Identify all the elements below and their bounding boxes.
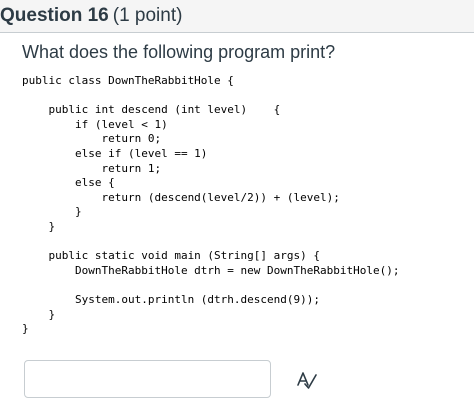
code-block: public class DownTheRabbitHole { public … <box>22 74 400 337</box>
question-points: (1 point) <box>112 5 183 26</box>
code-line: if (level < 1) <box>22 117 168 131</box>
code-line: else { <box>22 176 115 190</box>
code-line: return 0; <box>22 132 162 146</box>
question-text: What does the following program print? <box>22 42 336 62</box>
answer-input[interactable] <box>24 360 271 398</box>
spell-check-icon[interactable] <box>296 370 318 390</box>
code-line: } <box>22 219 56 233</box>
code-line: public int descend (int level) { <box>22 103 281 117</box>
question-title: Question 16 (1 point) <box>0 5 182 27</box>
code-line: } <box>22 307 56 321</box>
code-line: public static void main (String[] args) … <box>22 249 321 263</box>
code-line: return (descend(level/2)) + (level); <box>22 190 340 204</box>
question-number: Question 16 <box>0 5 109 26</box>
code-line: return 1; <box>22 161 162 175</box>
code-line: } <box>22 205 82 219</box>
code-line: DownTheRabbitHole dtrh = new DownTheRabb… <box>22 263 400 277</box>
code-line: else if (level == 1) <box>22 146 208 160</box>
code-line: } <box>22 322 29 336</box>
code-line: public class DownTheRabbitHole { <box>22 74 234 87</box>
code-line: System.out.println (dtrh.descend(9)); <box>22 292 321 306</box>
question-header: Question 16 (1 point) <box>0 0 474 33</box>
